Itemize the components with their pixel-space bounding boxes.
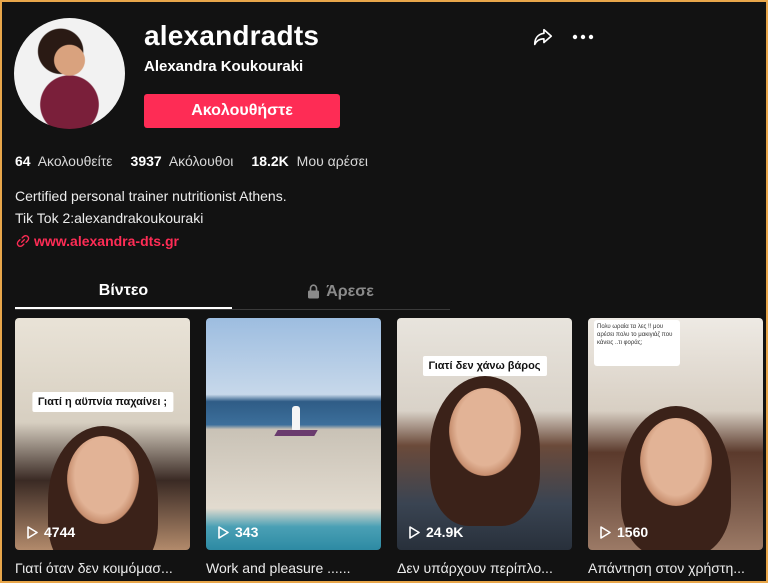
video-thumbnail[interactable]: Γιατί δεν χάνω βάρος 24.9K [397,318,572,550]
video-thumbnail[interactable]: Πολυ ωραία τα λες !! μου αρέσει πολυ το … [588,318,763,550]
thumbnail-face [448,388,521,476]
video-title[interactable]: Δεν υπάρχουν περίπλο... [397,560,572,576]
tab-videos[interactable]: Βίντεο [15,274,232,309]
view-count-value: 24.9K [426,524,464,540]
video-title[interactable]: Γιατί όταν δεν κοιμόμασ... [15,560,190,576]
video-card[interactable]: 343 Work and pleasure ...... [206,318,381,576]
overlay-comment: Πολυ ωραία τα λες !! μου αρέσει πολυ το … [594,320,680,366]
overlay-caption: Γιατί δεν χάνω βάρος [422,356,547,376]
video-grid: Γιατί η αϋπνία παχαίνει ; 4744 Γιατί ότα… [15,318,763,576]
stat-value: 18.2K [251,153,289,169]
profile-page: alexandradts Alexandra Koukouraki Ακολου… [0,0,768,583]
share-icon[interactable] [532,26,554,48]
thumbnail-mat [274,430,318,436]
profile-stats: 64 Ακολουθείτε 3937 Ακόλουθοι 18.2K Μου … [15,153,368,169]
tab-liked[interactable]: Άρεσε [232,274,449,309]
video-thumbnail[interactable]: 343 [206,318,381,550]
view-count: 343 [218,524,258,540]
video-title[interactable]: Απάντηση στον χρήστη... [588,560,763,576]
stat-label: Ακόλουθοι [168,153,234,169]
overlay-caption: Γιατί η αϋπνία παχαίνει ; [31,392,174,412]
full-name: Alexandra Koukouraki [144,58,304,75]
video-card[interactable]: Γιατί δεν χάνω βάρος 24.9K Δεν υπάρχουν … [397,318,572,576]
bio: Certified personal trainer nutritionist … [15,185,287,229]
video-card[interactable]: Γιατί η αϋπνία παχαίνει ; 4744 Γιατί ότα… [15,318,190,576]
profile-tabs: Βίντεο Άρεσε [15,274,450,310]
view-count-value: 1560 [617,524,649,540]
stat-label: Μου αρέσει [296,153,368,169]
play-icon [218,525,229,539]
lock-icon [308,284,320,299]
profile-link[interactable]: www.alexandra-dts.gr [16,233,179,249]
video-card[interactable]: Πολυ ωραία τα λες !! μου αρέσει πολυ το … [588,318,763,576]
thumbnail-figure [292,406,300,432]
follow-button[interactable]: Ακολουθήστε [144,94,340,128]
stat-followers[interactable]: 3937 Ακόλουθοι [131,153,234,169]
avatar[interactable] [14,18,125,129]
stat-value: 64 [15,153,31,169]
stat-following[interactable]: 64 Ακολουθείτε [15,153,113,169]
video-title[interactable]: Work and pleasure ...... [206,560,381,576]
play-icon [27,525,38,539]
stat-likes: 18.2K Μου αρέσει [251,153,368,169]
tab-label: Άρεσε [326,282,374,300]
stat-label: Ακολουθείτε [37,153,113,169]
view-count-value: 343 [235,524,259,540]
link-text: www.alexandra-dts.gr [34,233,179,249]
link-icon [16,234,30,248]
bio-line: Certified personal trainer nutritionist … [15,188,287,204]
username: alexandradts [144,20,320,51]
thumbnail-face [66,436,139,524]
play-icon [409,525,420,539]
tab-label: Βίντεο [98,281,149,299]
bio-line: Tik Tok 2:alexandrakoukouraki [15,210,204,226]
play-icon [600,525,611,539]
view-count: 1560 [600,524,648,540]
view-count: 24.9K [409,524,463,540]
thumbnail-face [639,418,712,506]
video-thumbnail[interactable]: Γιατί η αϋπνία παχαίνει ; 4744 [15,318,190,550]
more-icon[interactable] [571,28,595,46]
view-count-value: 4744 [44,524,76,540]
view-count: 4744 [27,524,75,540]
stat-value: 3937 [130,153,162,169]
